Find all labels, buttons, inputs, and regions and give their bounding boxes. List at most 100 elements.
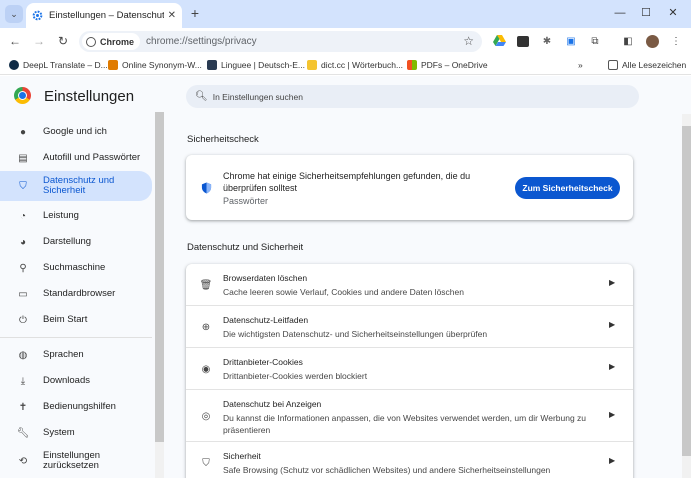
safety-check-button[interactable]: Zum Sicherheitscheck	[515, 177, 620, 199]
extensions-icon[interactable]: ⧉	[588, 34, 602, 48]
bookmark-label: Linguee | Deutsch-E...	[221, 60, 305, 70]
bookmark-deepl[interactable]: DeepL Translate – D...	[9, 58, 108, 72]
reload-button[interactable]: ↻	[55, 33, 71, 49]
row-clear-browsing-data[interactable]: 🗑︎ Browserdaten löschen Cache leeren sow…	[186, 264, 633, 306]
chevron-right-icon: ▶	[609, 362, 616, 371]
privacy-heading: Datenschutz und Sicherheit	[187, 242, 304, 253]
sidebar-item-label: Google und ich	[43, 126, 107, 137]
tab-settings[interactable]: Einstellungen – Datenschutz und Sicherhe…	[26, 3, 182, 28]
sidebar-item-autofill[interactable]: ▤ Autofill und Passwörter	[0, 145, 152, 171]
bookmark-label: dict.cc | Wörterbuch...	[321, 60, 404, 70]
sidepanel-icon[interactable]: ◧	[621, 34, 635, 48]
search-icon: 🔍︎	[195, 91, 208, 102]
sidebar-divider	[0, 337, 152, 338]
menu-icon[interactable]: ⋮	[669, 34, 683, 48]
new-tab-button[interactable]: +	[187, 5, 203, 21]
sidebar-item-on-startup[interactable]: ⏻ Beim Start	[0, 307, 152, 333]
bookmark-label: Online Synonym-W...	[122, 60, 202, 70]
microsoft-icon	[407, 60, 417, 70]
bookmarks-overflow-button[interactable]: »	[578, 58, 583, 72]
avatar[interactable]	[645, 34, 659, 48]
wrench-icon: 🔧︎	[16, 427, 30, 439]
sidebar-item-label: Darstellung	[43, 236, 92, 247]
sidebar-item-privacy[interactable]: ⛉ Datenschutz und Sicherheit	[0, 171, 152, 201]
sidebar-item-label: Beim Start	[43, 314, 88, 325]
star-icon[interactable]: ☆	[463, 34, 474, 48]
puzzle-extension-icon[interactable]: ✱	[540, 34, 554, 48]
compass-icon: ⊕	[201, 321, 211, 333]
url-text[interactable]: chrome://settings/privacy	[146, 36, 257, 47]
tab-strip: ⌄ Einstellungen – Datenschutz und Sicher…	[0, 0, 691, 28]
row-title: Drittanbieter-Cookies	[223, 357, 303, 367]
bookmarks-bar: DeepL Translate – D... Online Synonym-W.…	[0, 55, 691, 75]
safety-check-text: Chrome hat einige Sicherheitsempfehlunge…	[223, 171, 471, 193]
browser-icon: ▭	[18, 288, 28, 300]
sidebar-item-accessibility[interactable]: ✝ Bedienungshilfen	[0, 394, 152, 420]
clipboard-icon: ▤	[18, 152, 28, 164]
sidebar-item-languages[interactable]: ◍ Sprachen	[0, 342, 152, 368]
back-button[interactable]: ←	[7, 33, 23, 49]
power-icon: ⏻	[19, 314, 27, 326]
safety-check-heading: Sicherheitscheck	[187, 134, 259, 145]
all-bookmarks-label: Alle Lesezeichen	[622, 60, 687, 70]
row-subtitle: Cache leeren sowie Verlauf, Cookies und …	[223, 287, 464, 297]
window-close-button[interactable]: ✕	[663, 4, 683, 22]
address-bar[interactable]: Chrome chrome://settings/privacy ☆	[79, 31, 482, 52]
row-title: Datenschutz-Leitfaden	[223, 315, 309, 325]
accessibility-icon: ✝	[18, 401, 28, 413]
minimize-button[interactable]: —	[610, 4, 630, 22]
bookmark-linguee[interactable]: Linguee | Deutsch-E...	[207, 58, 305, 72]
bookmark-onedrive[interactable]: PDFs – OneDrive	[407, 58, 488, 72]
row-third-party-cookies[interactable]: ◉ Drittanbieter-Cookies Drittanbieter-Co…	[186, 347, 633, 389]
sidebar-item-label: System	[43, 427, 75, 438]
chrome-logo-icon	[14, 87, 31, 104]
row-subtitle: Die wichtigsten Datenschutz- und Sicherh…	[223, 329, 488, 339]
folder-icon	[608, 60, 618, 70]
deepl-icon	[9, 60, 19, 70]
sidebar-scrollbar[interactable]	[155, 112, 164, 442]
bookmark-synonym[interactable]: Online Synonym-W...	[108, 58, 202, 72]
page-title: Einstellungen	[44, 88, 135, 105]
row-subtitle: Drittanbieter-Cookies werden blockiert	[223, 371, 368, 381]
row-ad-privacy[interactable]: ◎ Datenschutz bei Anzeigen Du kannst die…	[186, 389, 633, 441]
reset-icon: ⟲	[18, 455, 28, 467]
drive-icon[interactable]	[492, 34, 506, 48]
site-info-chip[interactable]: Chrome	[82, 33, 141, 50]
sidebar-item-default-browser[interactable]: ▭ Standardbrowser	[0, 281, 152, 307]
sidebar-item-label: Bedienungshilfen	[43, 401, 116, 412]
chevron-right-icon: ▶	[609, 410, 616, 419]
terminal-extension-icon[interactable]	[516, 34, 530, 48]
sidebar-item-performance[interactable]: ◔ Leistung	[0, 203, 152, 229]
sidebar-item-label: Leistung	[43, 210, 79, 221]
safety-check-card: Chrome hat einige Sicherheitsempfehlunge…	[186, 155, 633, 220]
person-icon: ●	[19, 126, 27, 138]
sidebar-item-appearance[interactable]: ◕ Darstellung	[0, 229, 152, 255]
bookmark-dictcc[interactable]: dict.cc | Wörterbuch...	[307, 58, 403, 72]
synonym-icon	[108, 60, 118, 70]
close-icon[interactable]: ✕	[168, 10, 176, 21]
row-title: Browserdaten löschen	[223, 273, 308, 283]
badge-extension-icon[interactable]: ▣	[564, 34, 578, 48]
sidebar-item-search-engine[interactable]: ⚲ Suchmaschine	[0, 255, 152, 281]
search-placeholder: In Einstellungen suchen	[212, 91, 303, 102]
row-title: Sicherheit	[223, 451, 261, 461]
sidebar: ● Google und ich ▤ Autofill und Passwört…	[0, 114, 155, 478]
sidebar-item-system[interactable]: 🔧︎ System	[0, 420, 152, 446]
trash-icon: 🗑︎	[199, 279, 213, 291]
all-bookmarks-button[interactable]: Alle Lesezeichen	[608, 58, 686, 72]
palette-icon: ◕	[19, 236, 27, 248]
sidebar-item-downloads[interactable]: ⤓ Downloads	[0, 368, 152, 394]
tab-search-button[interactable]: ⌄	[5, 5, 23, 23]
row-privacy-guide[interactable]: ⊕ Datenschutz-Leitfaden Die wichtigsten …	[186, 305, 633, 347]
settings-search-input[interactable]: 🔍︎ In Einstellungen suchen	[186, 85, 639, 108]
sidebar-item-reset[interactable]: ⟲ Einstellungen zurücksetzen	[0, 446, 152, 476]
sidebar-item-label: Standardbrowser	[43, 288, 116, 299]
row-security[interactable]: ⛉ Sicherheit Safe Browsing (Schutz vor s…	[186, 441, 633, 478]
main-scrollbar[interactable]	[682, 126, 691, 456]
row-title: Datenschutz bei Anzeigen	[223, 399, 322, 409]
chevron-right-icon: ▶	[609, 320, 616, 329]
forward-button[interactable]: →	[31, 33, 47, 49]
maximize-button[interactable]: ☐	[636, 4, 656, 22]
sidebar-item-google[interactable]: ● Google und ich	[0, 119, 152, 145]
cookie-icon: ◉	[201, 363, 211, 375]
